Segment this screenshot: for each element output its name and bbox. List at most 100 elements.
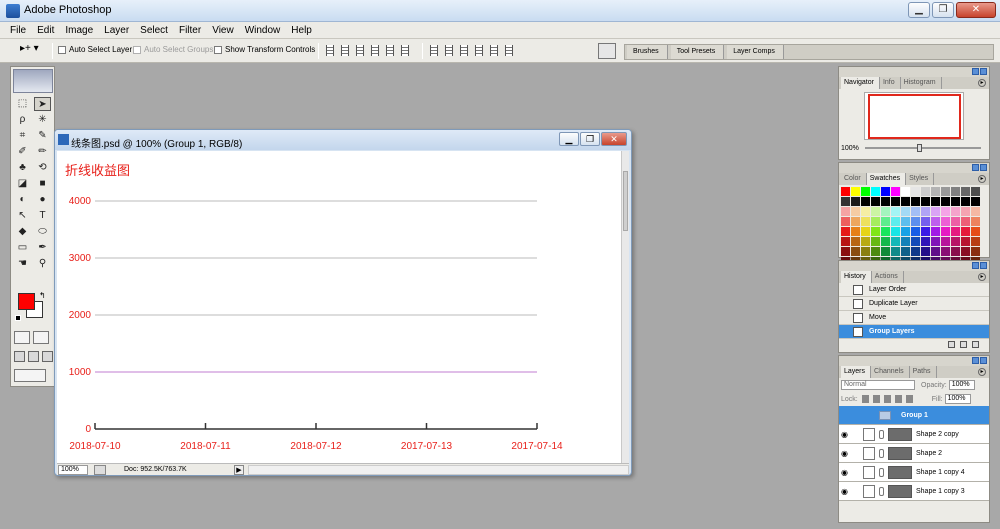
color-swatch[interactable]	[891, 237, 900, 246]
color-swatch[interactable]	[841, 247, 850, 256]
palette-close-icon[interactable]	[980, 357, 987, 364]
color-swatch[interactable]	[891, 187, 900, 196]
color-swatch[interactable]	[841, 207, 850, 216]
file-browser-icon[interactable]	[598, 43, 616, 59]
color-swatch[interactable]	[921, 207, 930, 216]
color-swatch[interactable]	[911, 227, 920, 236]
color-swatch[interactable]	[871, 247, 880, 256]
color-swatch[interactable]	[891, 207, 900, 216]
color-swatch[interactable]	[931, 207, 940, 216]
color-swatch[interactable]	[891, 227, 900, 236]
align-vcenter-icon[interactable]	[341, 45, 349, 56]
color-swatch[interactable]	[891, 197, 900, 206]
path-selection-tool-icon[interactable]: ↖	[14, 209, 31, 223]
auto-select-groups-checkbox[interactable]: Auto Select Groups	[133, 45, 213, 54]
palette-menu-icon[interactable]: ▸	[978, 368, 986, 376]
history-item[interactable]: Move	[839, 311, 989, 325]
tab-layer-comps[interactable]: Layer Comps	[727, 45, 784, 59]
menu-view[interactable]: View	[212, 25, 234, 36]
history-item[interactable]: Duplicate Layer	[839, 297, 989, 311]
palette-close-icon[interactable]	[980, 68, 987, 75]
color-swatch[interactable]	[931, 187, 940, 196]
color-swatch[interactable]	[971, 207, 980, 216]
align-right-icon[interactable]	[401, 45, 409, 56]
tab-history[interactable]: History	[841, 271, 872, 283]
color-swatch[interactable]	[961, 207, 970, 216]
palette-minimize-icon[interactable]	[972, 357, 979, 364]
color-swatch[interactable]	[841, 237, 850, 246]
color-swatch[interactable]	[921, 247, 930, 256]
zoom-slider[interactable]	[864, 144, 981, 152]
opacity-field[interactable]: 100%	[948, 380, 975, 390]
color-swatch[interactable]	[861, 247, 870, 256]
color-swatch[interactable]	[951, 187, 960, 196]
align-bottom-icon[interactable]	[356, 45, 364, 56]
menu-file[interactable]: File	[10, 25, 26, 36]
slice-tool-icon[interactable]: ✎	[34, 129, 51, 143]
color-swatch[interactable]	[931, 197, 940, 206]
auto-select-layer-checkbox[interactable]: Auto Select Layer	[58, 45, 132, 54]
align-hcenter-icon[interactable]	[386, 45, 394, 56]
palette-minimize-icon[interactable]	[972, 164, 979, 171]
color-swatch[interactable]	[911, 197, 920, 206]
color-swatch[interactable]	[911, 207, 920, 216]
color-swatch[interactable]	[951, 227, 960, 236]
color-swatch[interactable]	[891, 217, 900, 226]
eraser-tool-icon[interactable]: ◪	[14, 177, 31, 191]
layer-row[interactable]: ◉ Shape 1 copy 3	[839, 482, 989, 501]
color-swatch[interactable]	[941, 187, 950, 196]
notes-tool-icon[interactable]: ▭	[14, 241, 31, 255]
color-swatch[interactable]	[931, 247, 940, 256]
color-swatch[interactable]	[971, 247, 980, 256]
palette-minimize-icon[interactable]	[972, 68, 979, 75]
color-swatch[interactable]	[851, 197, 860, 206]
menu-layer[interactable]: Layer	[104, 25, 129, 36]
color-swatch[interactable]	[861, 187, 870, 196]
quick-mask-button[interactable]	[33, 331, 49, 344]
color-swatch[interactable]	[961, 197, 970, 206]
color-swatch[interactable]	[961, 227, 970, 236]
distribute-left-icon[interactable]	[475, 45, 483, 56]
color-swatch[interactable]	[881, 237, 890, 246]
distribute-bottom-icon[interactable]	[460, 45, 468, 56]
magic-wand-tool-icon[interactable]: ✳	[34, 113, 51, 127]
color-swatch[interactable]	[861, 207, 870, 216]
color-swatch[interactable]	[941, 217, 950, 226]
foreground-color-swatch[interactable]	[18, 293, 35, 310]
marquee-tool-icon[interactable]: ⬚	[14, 97, 31, 111]
scroll-thumb[interactable]	[623, 171, 628, 231]
visibility-eye-icon[interactable]: ◉	[841, 449, 853, 458]
color-swatch[interactable]	[951, 207, 960, 216]
color-swatch[interactable]	[841, 187, 850, 196]
color-swatch[interactable]	[871, 237, 880, 246]
color-swatch[interactable]	[911, 187, 920, 196]
color-swatch[interactable]	[901, 197, 910, 206]
color-swatch[interactable]	[861, 197, 870, 206]
maximize-button[interactable]: ❐	[932, 2, 954, 18]
layer-row[interactable]: ◉ Shape 2 copy	[839, 425, 989, 444]
color-swatch[interactable]	[921, 217, 930, 226]
distribute-hcenter-icon[interactable]	[490, 45, 498, 56]
color-swatch[interactable]	[971, 187, 980, 196]
color-swatch[interactable]	[921, 187, 930, 196]
color-swatch[interactable]	[961, 187, 970, 196]
standard-mode-button[interactable]	[14, 331, 30, 344]
full-screen-icon[interactable]	[42, 351, 53, 362]
gradient-tool-icon[interactable]: ■	[34, 177, 51, 191]
color-swatch[interactable]	[881, 227, 890, 236]
color-swatch[interactable]	[951, 237, 960, 246]
color-swatch[interactable]	[941, 247, 950, 256]
doc-maximize-button[interactable]: ❐	[580, 132, 600, 146]
menu-help[interactable]: Help	[291, 25, 312, 36]
zoom-tool-icon[interactable]: ⚲	[34, 257, 51, 271]
ellipse-tool-icon[interactable]: ⬭	[34, 225, 51, 239]
healing-brush-tool-icon[interactable]: ✐	[14, 145, 31, 159]
color-swatch[interactable]	[851, 217, 860, 226]
tab-channels[interactable]: Channels	[871, 366, 910, 378]
color-swatch[interactable]	[901, 207, 910, 216]
color-swatch[interactable]	[901, 187, 910, 196]
color-swatch[interactable]	[931, 227, 940, 236]
palette-minimize-icon[interactable]	[972, 262, 979, 269]
history-item[interactable]: Layer Order	[839, 283, 989, 297]
layer-group[interactable]: Group 1	[839, 406, 989, 425]
